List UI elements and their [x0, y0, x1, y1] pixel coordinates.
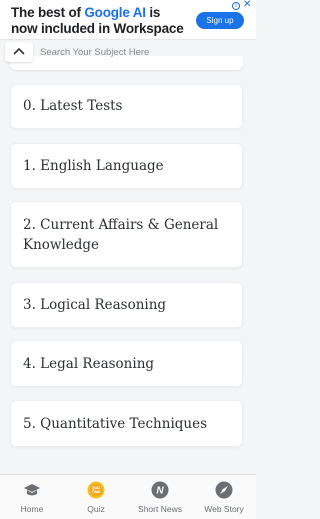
ad-line1-pre: The best of [11, 5, 85, 20]
subject-label: 5. Quantitative Techniques [23, 416, 208, 432]
subject-card-legal-reasoning[interactable]: 4. Legal Reasoning [10, 340, 243, 387]
svg-text:N: N [156, 486, 164, 497]
nav-short-news[interactable]: N Short News [128, 475, 192, 519]
subject-card-english-language[interactable]: 1. English Language [10, 143, 243, 189]
graduation-cap-icon [24, 484, 40, 496]
subject-label: 0. Latest Tests [23, 98, 123, 114]
ad-line2: now included in Workspace [11, 21, 184, 36]
ad-signup-button[interactable]: Sign up [196, 12, 244, 29]
nav-short-news-label: Short News [138, 504, 182, 514]
nav-web-story[interactable]: Web Story [192, 475, 256, 519]
subject-card-current-affairs[interactable]: 2. Current Affairs & General Knowledge [10, 201, 243, 268]
ad-headline[interactable]: The best of Google AI is now included in… [11, 5, 191, 37]
subject-label: 3. Logical Reasoning [23, 297, 167, 313]
nav-home-label: Home [20, 504, 44, 514]
ad-info-icon[interactable]: i [232, 2, 240, 10]
quiz-time-icon: QUIZ TIME [87, 481, 105, 499]
collapse-button[interactable] [5, 42, 33, 62]
svg-text:TIME: TIME [92, 490, 101, 494]
subject-card-quantitative-techniques[interactable]: 5. Quantitative Techniques [10, 400, 243, 447]
subject-label: 2. Current Affairs & General Knowledge [23, 217, 219, 253]
chevron-up-icon [13, 47, 25, 55]
nav-quiz-label: Quiz [87, 504, 105, 514]
nav-web-story-label: Web Story [204, 504, 244, 514]
ad-line1-post: is [145, 5, 161, 20]
nav-quiz[interactable]: QUIZ TIME Quiz [64, 475, 128, 519]
subject-label: 4. Legal Reasoning [23, 356, 155, 372]
ad-brand: Google AI [84, 5, 146, 20]
subject-label: 1. English Language [23, 158, 164, 174]
compass-icon [215, 481, 233, 499]
ad-close-icon[interactable]: ✕ [243, 0, 251, 10]
ad-banner[interactable]: The best of Google AI is now included in… [0, 0, 256, 40]
subject-card-logical-reasoning[interactable]: 3. Logical Reasoning [10, 282, 243, 328]
news-icon: N [151, 481, 169, 499]
nav-home[interactable]: Home [0, 475, 64, 519]
search-input[interactable] [40, 44, 240, 60]
bottom-navigation: Home QUIZ TIME Quiz N Short News Web Sto… [0, 474, 256, 519]
subject-card-latest-tests[interactable]: 0. Latest Tests [10, 84, 243, 129]
search-bar [0, 40, 256, 64]
